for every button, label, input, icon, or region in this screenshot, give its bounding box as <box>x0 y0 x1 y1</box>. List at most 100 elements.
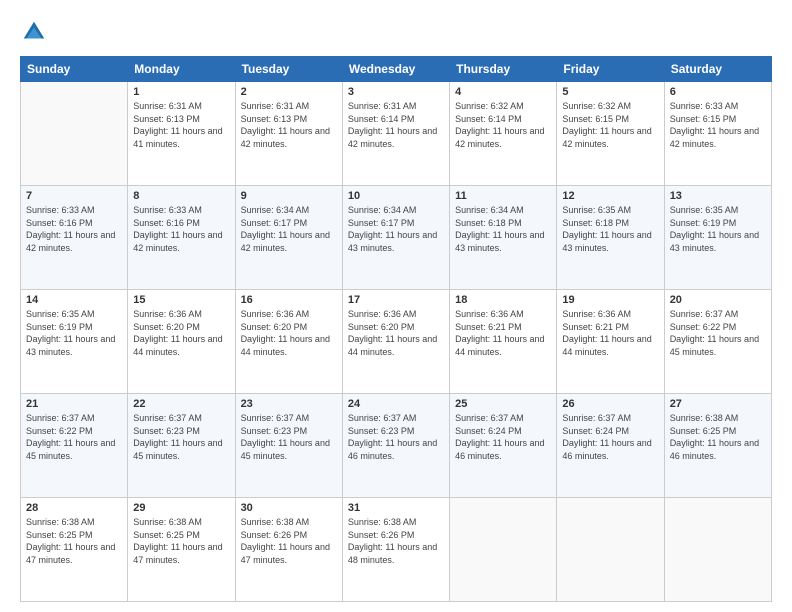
day-info: Sunrise: 6:37 AMSunset: 6:23 PMDaylight:… <box>241 413 330 461</box>
day-number: 8 <box>133 190 229 202</box>
calendar-cell: 24 Sunrise: 6:37 AMSunset: 6:23 PMDayligh… <box>342 394 449 498</box>
calendar-cell: 19 Sunrise: 6:36 AMSunset: 6:21 PMDayligh… <box>557 290 664 394</box>
day-number: 21 <box>26 398 122 410</box>
day-number: 13 <box>670 190 766 202</box>
calendar-cell: 15 Sunrise: 6:36 AMSunset: 6:20 PMDayligh… <box>128 290 235 394</box>
calendar-cell: 14 Sunrise: 6:35 AMSunset: 6:19 PMDayligh… <box>21 290 128 394</box>
day-info: Sunrise: 6:37 AMSunset: 6:22 PMDaylight:… <box>670 309 759 357</box>
weekday-header-tuesday: Tuesday <box>235 57 342 82</box>
calendar-cell: 9 Sunrise: 6:34 AMSunset: 6:17 PMDaylight… <box>235 186 342 290</box>
calendar-cell: 11 Sunrise: 6:34 AMSunset: 6:18 PMDayligh… <box>450 186 557 290</box>
day-info: Sunrise: 6:37 AMSunset: 6:24 PMDaylight:… <box>562 413 651 461</box>
calendar-cell: 21Sunrise: 6:37 AMSunset: 6:22 PMDayligh… <box>21 394 128 498</box>
weekday-header-wednesday: Wednesday <box>342 57 449 82</box>
day-number: 4 <box>455 86 551 98</box>
day-number: 6 <box>670 86 766 98</box>
day-number: 7 <box>26 190 122 202</box>
calendar-row-3: 21Sunrise: 6:37 AMSunset: 6:22 PMDayligh… <box>21 394 772 498</box>
calendar-cell: 29 Sunrise: 6:38 AMSunset: 6:25 PMDayligh… <box>128 498 235 602</box>
day-info: Sunrise: 6:38 AMSunset: 6:25 PMDaylight:… <box>26 517 115 565</box>
calendar-cell <box>450 498 557 602</box>
calendar-cell: 18 Sunrise: 6:36 AMSunset: 6:21 PMDayligh… <box>450 290 557 394</box>
day-info: Sunrise: 6:36 AMSunset: 6:20 PMDaylight:… <box>241 309 330 357</box>
day-info: Sunrise: 6:31 AMSunset: 6:13 PMDaylight:… <box>241 101 330 149</box>
day-number: 24 <box>348 398 444 410</box>
day-info: Sunrise: 6:32 AMSunset: 6:15 PMDaylight:… <box>562 101 651 149</box>
calendar-cell: 4Sunrise: 6:32 AMSunset: 6:14 PMDaylight… <box>450 82 557 186</box>
calendar-cell: 13 Sunrise: 6:35 AMSunset: 6:19 PMDayligh… <box>664 186 771 290</box>
day-number: 18 <box>455 294 551 306</box>
day-info: Sunrise: 6:38 AMSunset: 6:26 PMDaylight:… <box>348 517 437 565</box>
day-info: Sunrise: 6:38 AMSunset: 6:25 PMDaylight:… <box>670 413 759 461</box>
calendar-cell: 6Sunrise: 6:33 AMSunset: 6:15 PMDaylight… <box>664 82 771 186</box>
logo-icon <box>20 18 48 46</box>
day-info: Sunrise: 6:35 AMSunset: 6:19 PMDaylight:… <box>670 205 759 253</box>
calendar-cell: 26 Sunrise: 6:37 AMSunset: 6:24 PMDayligh… <box>557 394 664 498</box>
calendar-cell: 16 Sunrise: 6:36 AMSunset: 6:20 PMDayligh… <box>235 290 342 394</box>
calendar-cell: 12Sunrise: 6:35 AMSunset: 6:18 PMDayligh… <box>557 186 664 290</box>
day-number: 28 <box>26 502 122 514</box>
day-info: Sunrise: 6:37 AMSunset: 6:24 PMDaylight:… <box>455 413 544 461</box>
day-info: Sunrise: 6:31 AMSunset: 6:13 PMDaylight:… <box>133 101 222 149</box>
day-number: 20 <box>670 294 766 306</box>
calendar-cell: 28 Sunrise: 6:38 AMSunset: 6:25 PMDayligh… <box>21 498 128 602</box>
day-number: 15 <box>133 294 229 306</box>
day-info: Sunrise: 6:36 AMSunset: 6:21 PMDaylight:… <box>455 309 544 357</box>
day-info: Sunrise: 6:36 AMSunset: 6:20 PMDaylight:… <box>348 309 437 357</box>
calendar-cell: 10Sunrise: 6:34 AMSunset: 6:17 PMDayligh… <box>342 186 449 290</box>
calendar-cell: 20 Sunrise: 6:37 AMSunset: 6:22 PMDayligh… <box>664 290 771 394</box>
day-number: 29 <box>133 502 229 514</box>
calendar-cell: 17 Sunrise: 6:36 AMSunset: 6:20 PMDayligh… <box>342 290 449 394</box>
day-info: Sunrise: 6:38 AMSunset: 6:25 PMDaylight:… <box>133 517 222 565</box>
day-number: 16 <box>241 294 337 306</box>
day-info: Sunrise: 6:38 AMSunset: 6:26 PMDaylight:… <box>241 517 330 565</box>
calendar-cell: 8 Sunrise: 6:33 AMSunset: 6:16 PMDaylight… <box>128 186 235 290</box>
day-info: Sunrise: 6:35 AMSunset: 6:19 PMDaylight:… <box>26 309 115 357</box>
day-number: 26 <box>562 398 658 410</box>
day-info: Sunrise: 6:31 AMSunset: 6:14 PMDaylight:… <box>348 101 437 149</box>
day-number: 27 <box>670 398 766 410</box>
day-number: 10 <box>348 190 444 202</box>
calendar-cell: 3 Sunrise: 6:31 AMSunset: 6:14 PMDaylight… <box>342 82 449 186</box>
day-info: Sunrise: 6:37 AMSunset: 6:23 PMDaylight:… <box>348 413 437 461</box>
day-info: Sunrise: 6:33 AMSunset: 6:16 PMDaylight:… <box>133 205 222 253</box>
weekday-header-saturday: Saturday <box>664 57 771 82</box>
calendar-cell <box>21 82 128 186</box>
day-number: 23 <box>241 398 337 410</box>
day-number: 17 <box>348 294 444 306</box>
weekday-header-friday: Friday <box>557 57 664 82</box>
weekday-header-row: SundayMondayTuesdayWednesdayThursdayFrid… <box>21 57 772 82</box>
day-info: Sunrise: 6:33 AMSunset: 6:16 PMDaylight:… <box>26 205 115 253</box>
calendar-cell: 30Sunrise: 6:38 AMSunset: 6:26 PMDayligh… <box>235 498 342 602</box>
logo <box>20 18 52 46</box>
day-info: Sunrise: 6:34 AMSunset: 6:17 PMDaylight:… <box>241 205 330 253</box>
day-number: 3 <box>348 86 444 98</box>
day-number: 2 <box>241 86 337 98</box>
weekday-header-sunday: Sunday <box>21 57 128 82</box>
day-info: Sunrise: 6:34 AMSunset: 6:18 PMDaylight:… <box>455 205 544 253</box>
calendar-cell <box>664 498 771 602</box>
calendar-row-0: 1 Sunrise: 6:31 AMSunset: 6:13 PMDaylight… <box>21 82 772 186</box>
calendar-cell: 31Sunrise: 6:38 AMSunset: 6:26 PMDayligh… <box>342 498 449 602</box>
calendar-table: SundayMondayTuesdayWednesdayThursdayFrid… <box>20 56 772 602</box>
day-number: 1 <box>133 86 229 98</box>
calendar-row-1: 7 Sunrise: 6:33 AMSunset: 6:16 PMDaylight… <box>21 186 772 290</box>
calendar-cell: 27 Sunrise: 6:38 AMSunset: 6:25 PMDayligh… <box>664 394 771 498</box>
day-number: 25 <box>455 398 551 410</box>
day-number: 22 <box>133 398 229 410</box>
day-number: 11 <box>455 190 551 202</box>
calendar-cell: 23 Sunrise: 6:37 AMSunset: 6:23 PMDayligh… <box>235 394 342 498</box>
weekday-header-monday: Monday <box>128 57 235 82</box>
calendar-cell: 25 Sunrise: 6:37 AMSunset: 6:24 PMDayligh… <box>450 394 557 498</box>
day-number: 14 <box>26 294 122 306</box>
day-number: 12 <box>562 190 658 202</box>
header <box>20 18 772 46</box>
day-number: 9 <box>241 190 337 202</box>
weekday-header-thursday: Thursday <box>450 57 557 82</box>
day-info: Sunrise: 6:36 AMSunset: 6:21 PMDaylight:… <box>562 309 651 357</box>
day-number: 5 <box>562 86 658 98</box>
day-number: 19 <box>562 294 658 306</box>
day-info: Sunrise: 6:36 AMSunset: 6:20 PMDaylight:… <box>133 309 222 357</box>
calendar-cell: 1 Sunrise: 6:31 AMSunset: 6:13 PMDaylight… <box>128 82 235 186</box>
day-info: Sunrise: 6:37 AMSunset: 6:23 PMDaylight:… <box>133 413 222 461</box>
